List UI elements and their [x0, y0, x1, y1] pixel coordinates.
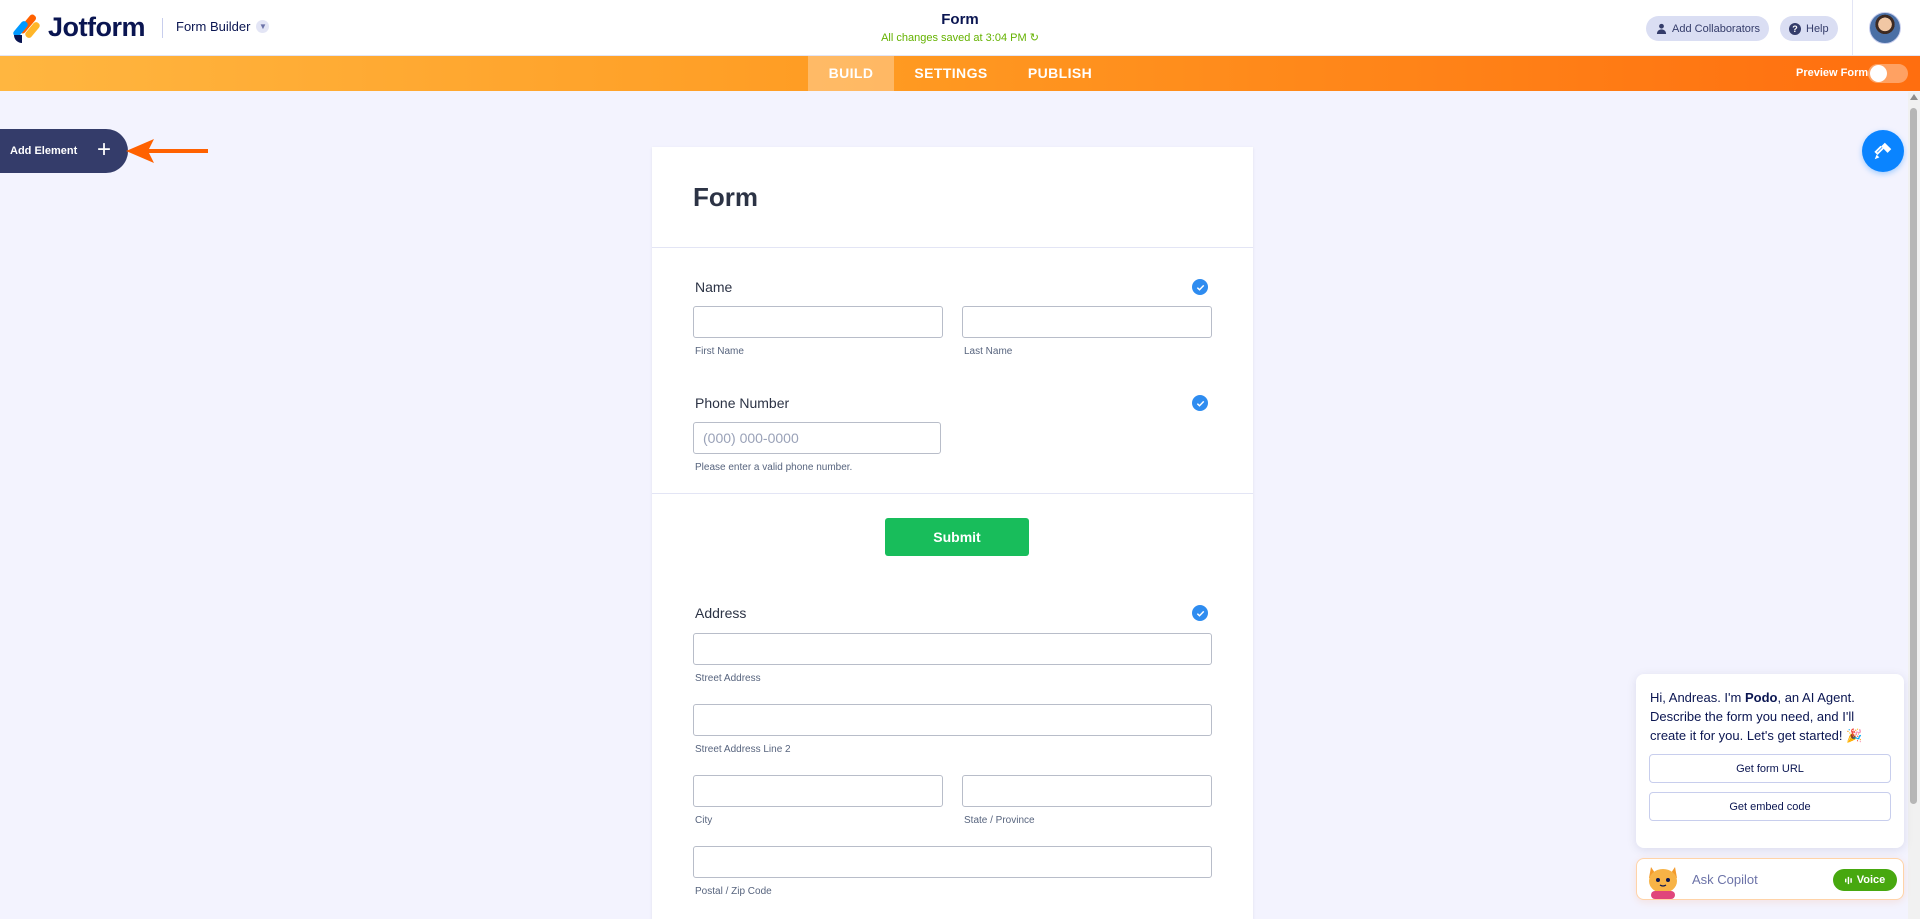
- form-heading[interactable]: Form: [693, 182, 758, 213]
- header-divider-line: [652, 247, 1253, 248]
- header-divider: [162, 18, 163, 38]
- get-form-url-button[interactable]: Get form URL: [1649, 754, 1891, 783]
- first-name-sublabel: First Name: [695, 346, 744, 357]
- jotform-logo[interactable]: Jotform: [12, 12, 146, 43]
- preview-form-toggle[interactable]: [1868, 64, 1908, 83]
- get-embed-code-button[interactable]: Get embed code: [1649, 792, 1891, 821]
- refresh-icon: ↻: [1029, 32, 1039, 44]
- add-collaborators-label: Add Collaborators: [1672, 22, 1761, 35]
- preview-form-label: Preview Form: [1796, 67, 1869, 79]
- form-builder-label: Form Builder: [176, 19, 251, 34]
- builder-nav: BUILD SETTINGS PUBLISH Preview Form: [0, 56, 1920, 91]
- avatar[interactable]: [1869, 12, 1901, 44]
- phone-number-label: Phone Number: [695, 395, 790, 411]
- save-status-text: All changes saved at 3:04 PM: [881, 32, 1027, 44]
- street-address-sublabel: Street Address: [695, 673, 761, 684]
- arrow-annotation-icon: [126, 139, 208, 163]
- svg-text:?: ?: [1792, 24, 1798, 34]
- voice-wave-icon: [1844, 876, 1852, 884]
- copilot-agent-name: Podo: [1744, 690, 1778, 705]
- help-label: Help: [1806, 22, 1829, 35]
- phone-number-sublabel: Please enter a valid phone number.: [695, 462, 853, 473]
- voice-button[interactable]: Voice: [1833, 869, 1897, 891]
- check-circle-icon: [1192, 395, 1208, 411]
- postal-code-sublabel: Postal / Zip Code: [695, 886, 772, 897]
- chevron-down-icon: ▼: [256, 20, 270, 33]
- tab-build[interactable]: BUILD: [808, 56, 894, 91]
- page-scrollbar[interactable]: [1908, 92, 1920, 919]
- page-break-divider: [652, 493, 1253, 494]
- voice-label: Voice: [1856, 874, 1886, 886]
- last-name-input[interactable]: [962, 306, 1212, 338]
- form-card: Form Name First Name Last Name Phone Num…: [652, 147, 1253, 919]
- help-icon: ?: [1789, 22, 1801, 35]
- paint-roller-icon: [1874, 142, 1892, 160]
- copilot-greeting-start: Hi, Andreas. I'm: [1650, 690, 1745, 705]
- avatar-divider: [1852, 0, 1853, 56]
- add-collaborators-button[interactable]: Add Collaborators: [1646, 16, 1770, 41]
- city-sublabel: City: [695, 815, 713, 826]
- phone-number-input[interactable]: [693, 422, 941, 454]
- tab-settings[interactable]: SETTINGS: [902, 56, 1000, 91]
- plus-icon: +: [97, 136, 112, 163]
- check-circle-icon: [1192, 279, 1208, 295]
- copilot-message: Hi, Andreas. I'm Podo, an AI Agent. Desc…: [1650, 688, 1892, 745]
- jotform-logo-icon: [12, 12, 41, 43]
- help-button[interactable]: ? Help: [1780, 16, 1838, 41]
- save-status: All changes saved at 3:04 PM ↻: [0, 31, 1920, 44]
- ask-copilot-bar[interactable]: Ask Copilot Voice: [1636, 858, 1904, 900]
- copilot-bubble: Hi, Andreas. I'm Podo, an AI Agent. Desc…: [1636, 674, 1904, 848]
- page-title: Form: [941, 11, 979, 28]
- ask-copilot-placeholder: Ask Copilot: [1692, 872, 1758, 887]
- street-address-input[interactable]: [693, 633, 1212, 665]
- form-designer-button[interactable]: [1862, 130, 1904, 172]
- postal-code-input[interactable]: [693, 846, 1212, 878]
- brand-name: Jotform: [48, 12, 146, 42]
- address-label: Address: [695, 605, 747, 621]
- form-builder-menu[interactable]: Form Builder ▼: [176, 19, 270, 34]
- podo-mascot-icon: [1649, 867, 1677, 899]
- top-bar: Jotform Form Builder ▼ Form All changes …: [0, 0, 1920, 56]
- add-element-label: Add Element: [10, 145, 78, 157]
- check-circle-icon: [1192, 605, 1208, 621]
- state-province-input[interactable]: [962, 775, 1212, 807]
- name-label: Name: [695, 279, 733, 295]
- city-input[interactable]: [693, 775, 943, 807]
- form-title-area: Form All changes saved at 3:04 PM ↻: [0, 11, 1920, 44]
- user-icon: [1655, 23, 1667, 35]
- street-address-line2-sublabel: Street Address Line 2: [695, 744, 791, 755]
- scrollbar-thumb[interactable]: [1910, 108, 1917, 804]
- add-element-button[interactable]: Add Element +: [0, 129, 128, 173]
- tab-publish[interactable]: PUBLISH: [1018, 56, 1102, 91]
- first-name-input[interactable]: [693, 306, 943, 338]
- last-name-sublabel: Last Name: [964, 346, 1013, 357]
- street-address-line2-input[interactable]: [693, 704, 1212, 736]
- toggle-knob: [1870, 65, 1887, 82]
- scroll-up-arrow-icon[interactable]: [1910, 94, 1918, 100]
- state-province-sublabel: State / Province: [964, 815, 1035, 826]
- submit-button[interactable]: Submit: [885, 518, 1029, 556]
